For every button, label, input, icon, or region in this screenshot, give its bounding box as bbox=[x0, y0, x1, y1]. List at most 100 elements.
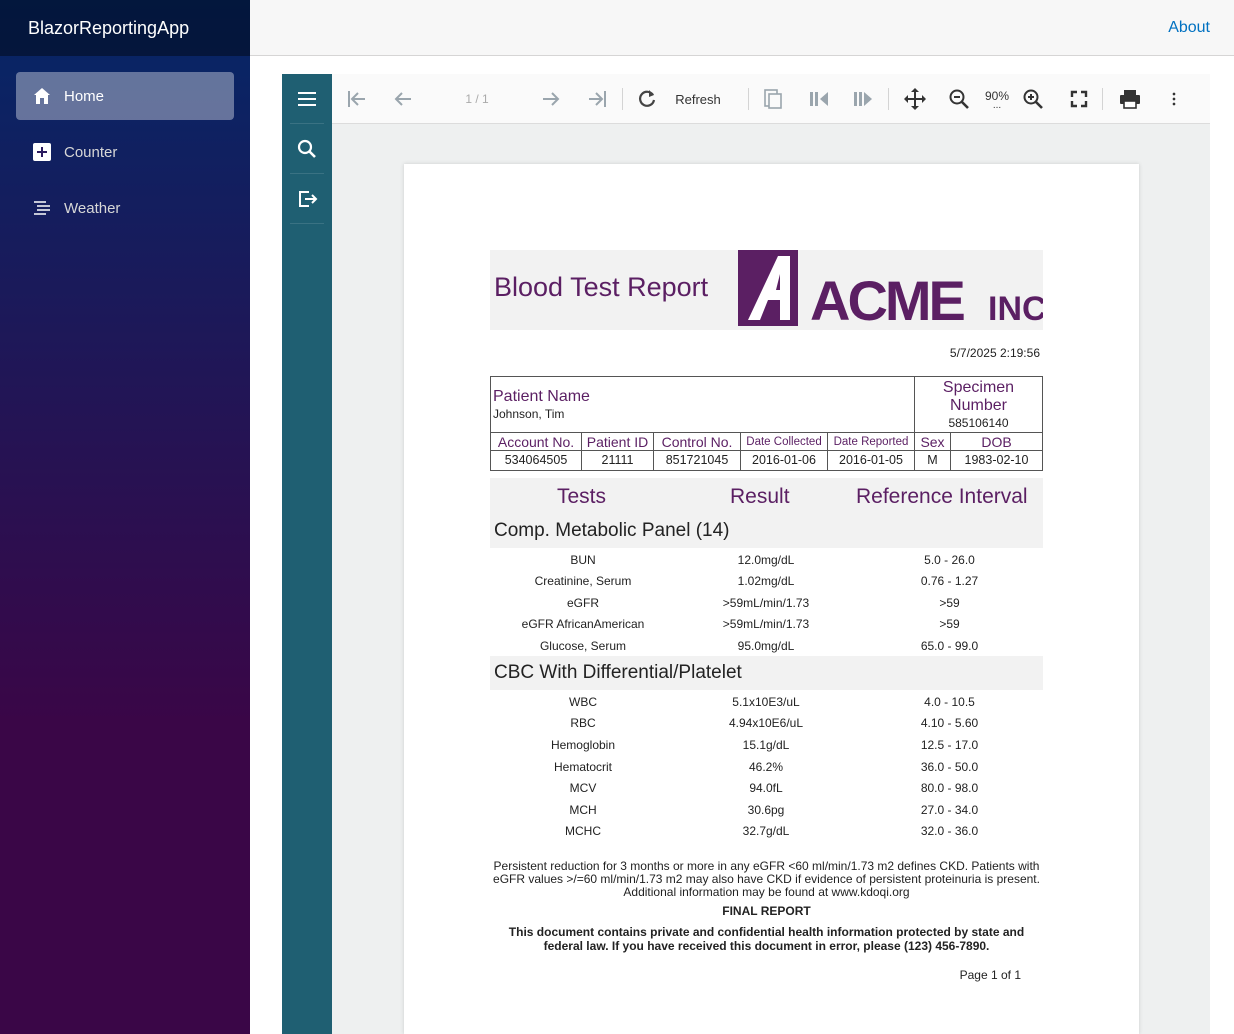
test-ref: 0.76 - 1.27 bbox=[920, 574, 979, 588]
section-header: Comp. Metabolic Panel (14) bbox=[490, 514, 1043, 548]
pan-button[interactable] bbox=[902, 86, 928, 112]
field-value: 1983-02-10 bbox=[950, 450, 1043, 471]
test-ref: 27.0 - 34.0 bbox=[920, 803, 979, 817]
print-button[interactable] bbox=[1116, 86, 1144, 112]
separator bbox=[622, 88, 623, 110]
test-ref: >59 bbox=[939, 596, 960, 610]
field-label: Sex bbox=[914, 432, 951, 451]
first-page-icon bbox=[348, 91, 365, 107]
field-value: 534064505 bbox=[490, 450, 582, 471]
test-ref: 12.5 - 17.0 bbox=[920, 738, 979, 752]
prev-page-button[interactable] bbox=[390, 86, 416, 112]
field-value: 2016-01-05 bbox=[827, 450, 915, 471]
test-name: Hemoglobin bbox=[550, 738, 616, 752]
refresh-button[interactable]: Refresh bbox=[672, 86, 724, 112]
test-name: WBC bbox=[569, 695, 597, 709]
next-frame-button[interactable] bbox=[850, 86, 876, 112]
fullscreen-icon bbox=[1070, 90, 1088, 108]
nav-item-home[interactable]: Home bbox=[16, 72, 234, 120]
first-page-button[interactable] bbox=[344, 86, 370, 112]
test-name: Creatinine, Serum bbox=[534, 574, 632, 588]
patient-name-label: Patient Name bbox=[493, 388, 590, 405]
prev-frame-button[interactable] bbox=[806, 86, 832, 112]
test-result: >59mL/min/1.73 bbox=[722, 617, 810, 631]
multipage-button[interactable] bbox=[760, 86, 786, 112]
test-name: Hematocrit bbox=[553, 760, 612, 774]
acme-logo: ACME INC. bbox=[738, 250, 1043, 328]
page-indicator[interactable]: 1 / 1 bbox=[450, 86, 504, 112]
test-name: MCHC bbox=[565, 824, 601, 838]
next-page-button[interactable] bbox=[538, 86, 564, 112]
table-row: MCV 94.0fL 80.0 - 98.0 bbox=[490, 778, 1043, 799]
about-link[interactable]: About bbox=[1168, 19, 1210, 37]
nav-item-label: Home bbox=[64, 87, 105, 105]
step-back-icon bbox=[810, 92, 828, 106]
test-ref: 65.0 - 99.0 bbox=[920, 639, 979, 653]
patient-table: Patient Name Johnson, Tim Specimen Numbe… bbox=[490, 376, 1043, 471]
final-report-label: FINAL REPORT bbox=[722, 904, 811, 918]
test-ref: 5.0 - 26.0 bbox=[924, 553, 975, 567]
test-result: 15.1g/dL bbox=[742, 738, 790, 752]
hamburger-icon bbox=[298, 91, 316, 106]
field-label: Account No. bbox=[490, 432, 582, 451]
control-label: Control No. bbox=[661, 434, 733, 450]
patient-name-cell: Patient Name Johnson, Tim bbox=[490, 376, 915, 433]
zoom-out-button[interactable] bbox=[946, 86, 972, 112]
test-result: >59mL/min/1.73 bbox=[722, 596, 810, 610]
search-button[interactable] bbox=[290, 124, 324, 174]
specimen-cell: Specimen Number 585106140 bbox=[914, 376, 1043, 433]
table-row: MCHC 32.7g/dL 32.0 - 36.0 bbox=[490, 821, 1043, 842]
patient-name-value: Johnson, Tim bbox=[493, 407, 565, 421]
report-page: Blood Test Report ACME INC. 5/7/2025 2:1… bbox=[404, 164, 1139, 1034]
more-button[interactable] bbox=[1164, 86, 1184, 112]
fullscreen-button[interactable] bbox=[1066, 86, 1092, 112]
nav-item-label: Counter bbox=[64, 143, 118, 161]
report-header: Blood Test Report ACME INC. bbox=[490, 250, 1043, 330]
zoom-in-button[interactable] bbox=[1020, 86, 1046, 112]
patient-id-value: 21111 bbox=[601, 453, 634, 467]
more-vertical-icon bbox=[1172, 92, 1176, 106]
zoom-out-icon bbox=[949, 89, 969, 109]
test-result: 32.7g/dL bbox=[742, 824, 790, 838]
report-note: Persistent reduction for 3 months or mor… bbox=[493, 859, 1040, 899]
test-name: MCH bbox=[569, 803, 597, 817]
field-label: Date Collected bbox=[740, 432, 828, 451]
menu-button[interactable] bbox=[290, 74, 324, 124]
export-button[interactable] bbox=[290, 174, 324, 224]
date-collected-value: 2016-01-06 bbox=[752, 453, 816, 467]
test-result: 12.0mg/dL bbox=[737, 553, 795, 567]
last-page-button[interactable] bbox=[584, 86, 610, 112]
tests-header: Tests Result Reference Interval bbox=[490, 478, 1043, 514]
nav-item-counter[interactable]: Counter bbox=[16, 128, 234, 176]
test-name: eGFR AfricanAmerican bbox=[521, 617, 645, 631]
table-row: BUN 12.0mg/dL 5.0 - 26.0 bbox=[490, 550, 1043, 571]
zoom-level[interactable]: 90% ... bbox=[982, 86, 1012, 112]
section-title: CBC With Differential/Platelet bbox=[494, 662, 742, 683]
multipage-icon bbox=[764, 89, 782, 109]
search-icon bbox=[297, 139, 316, 158]
field-value: 2016-01-06 bbox=[740, 450, 828, 471]
report-content: Blood Test Report ACME INC. 5/7/2025 2:1… bbox=[490, 250, 1043, 982]
date-reported-label: Date Reported bbox=[833, 435, 909, 448]
account-label: Account No. bbox=[497, 434, 575, 450]
report-title: Blood Test Report bbox=[494, 272, 709, 302]
test-ref: 4.10 - 5.60 bbox=[920, 716, 979, 730]
arrow-left-icon bbox=[394, 92, 411, 106]
table-row: eGFR >59mL/min/1.73 >59 bbox=[490, 593, 1043, 614]
app-brand[interactable]: BlazorReportingApp bbox=[0, 0, 250, 56]
account-value: 534064505 bbox=[504, 453, 568, 467]
nav-item-weather[interactable]: Weather bbox=[16, 184, 234, 232]
dob-value: 1983-02-10 bbox=[964, 453, 1029, 467]
test-name: MCV bbox=[569, 781, 597, 795]
table-row: Hemoglobin 15.1g/dL 12.5 - 17.0 bbox=[490, 735, 1043, 756]
zoom-in-icon bbox=[1023, 89, 1043, 109]
field-value: 851721045 bbox=[653, 450, 741, 471]
page-number: Page 1 of 1 bbox=[959, 968, 1021, 982]
zoom-more: ... bbox=[992, 100, 1002, 111]
refresh-icon-button[interactable] bbox=[634, 86, 660, 112]
svg-text:ACME: ACME bbox=[810, 269, 965, 328]
refresh-icon bbox=[639, 90, 656, 107]
viewer-side-panel bbox=[282, 74, 332, 1034]
nav-menu: Home Counter Weather bbox=[0, 56, 250, 232]
plus-icon bbox=[32, 142, 52, 162]
